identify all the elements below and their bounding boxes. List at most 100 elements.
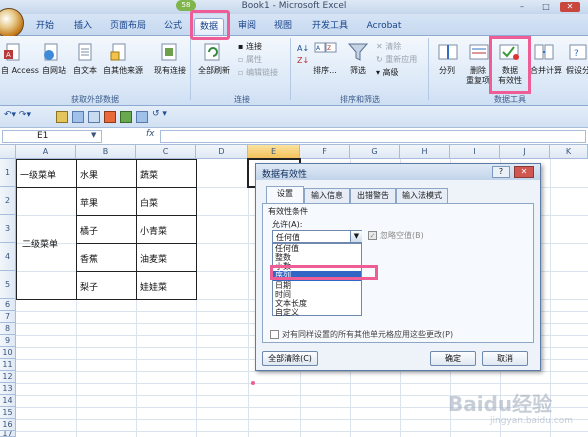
column-header[interactable]: B (76, 145, 136, 159)
toolbar-icon-2[interactable] (72, 111, 84, 123)
chevron-down-icon[interactable]: ▼ (91, 131, 96, 139)
name-box[interactable]: E1 ▼ (2, 130, 102, 143)
consolidate-button[interactable]: 合并计算 (526, 66, 566, 76)
refresh-all-button[interactable]: 全部刷新 (194, 66, 234, 76)
column-header[interactable]: J (500, 145, 550, 159)
undo-icon[interactable]: ↶▾ ↷▾ (4, 110, 31, 120)
clear-filter-link[interactable]: ✕ 清除 (376, 41, 401, 52)
maximize-icon[interactable]: □ (536, 2, 556, 12)
cell-a2-merged[interactable]: 二级菜单 (22, 237, 58, 250)
column-header[interactable]: F (300, 145, 350, 159)
cell-b5[interactable]: 梨子 (80, 280, 98, 293)
dropdown-item[interactable]: 日期 (275, 281, 291, 290)
tab-error-alert[interactable]: 出错警告 (350, 188, 396, 203)
tab-insert[interactable]: 插入 (68, 18, 98, 35)
sort-button[interactable]: 排序... (310, 66, 340, 76)
row-header[interactable]: 9 (0, 335, 16, 347)
dropdown-item[interactable]: 整数 (275, 253, 291, 262)
tab-developer[interactable]: 开发工具 (305, 18, 355, 35)
chevron-down-icon[interactable]: ▼ (350, 231, 362, 242)
row-header[interactable]: 14 (0, 395, 16, 407)
row-header[interactable]: 11 (0, 359, 16, 371)
formula-input[interactable] (160, 130, 586, 143)
cancel-button[interactable]: 取消 (482, 351, 528, 366)
cell-c2[interactable]: 白菜 (140, 196, 158, 209)
tab-home[interactable]: 开始 (30, 18, 60, 35)
row-header[interactable]: 3 (0, 215, 16, 243)
dropdown-item[interactable]: 文本长度 (275, 299, 307, 308)
toolbar-icon-3[interactable] (88, 111, 100, 123)
row-header[interactable]: 12 (0, 371, 16, 383)
filter-button[interactable]: 筛选 (343, 66, 373, 76)
ignore-blank-checkbox[interactable]: ✓ (368, 231, 377, 240)
what-if-button[interactable]: 假设分 (565, 66, 588, 76)
ok-button[interactable]: 确定 (430, 351, 476, 366)
clear-all-button[interactable]: 全部清除(C) (262, 351, 318, 366)
row-header[interactable]: 8 (0, 323, 16, 335)
connections-link[interactable]: ▪ 连接 (238, 41, 262, 52)
minimize-icon[interactable]: – (512, 2, 532, 12)
cell-c5[interactable]: 娃娃菜 (140, 280, 167, 293)
column-header[interactable]: K (550, 145, 588, 159)
from-web-button[interactable]: 自网站 (40, 66, 68, 76)
cell-b1[interactable]: 水果 (80, 168, 98, 181)
apply-all-checkbox[interactable] (270, 330, 279, 339)
from-text-button[interactable]: 自文本 (71, 66, 99, 76)
edit-links-link[interactable]: ▫ 编辑链接 (238, 67, 278, 78)
column-header[interactable]: H (400, 145, 450, 159)
advanced-link[interactable]: ▾ 高级 (376, 67, 399, 78)
cell-a1[interactable]: 一级菜单 (20, 168, 56, 181)
tab-input-message[interactable]: 输入信息 (304, 188, 350, 203)
redo-icon[interactable]: ↺ ▾ (152, 109, 167, 119)
toolbar-icon-6[interactable] (136, 111, 148, 123)
allow-select[interactable]: 任何值 ▼ (272, 230, 362, 243)
dropdown-item[interactable]: 任何值 (275, 244, 299, 253)
properties-link[interactable]: ▫ 属性 (238, 54, 262, 65)
cell-c1[interactable]: 蔬菜 (140, 168, 158, 181)
close-icon[interactable]: ✕ (560, 2, 580, 12)
toolbar-icon-4[interactable] (104, 111, 116, 123)
row-header[interactable]: 13 (0, 383, 16, 395)
tab-page-layout[interactable]: 页面布局 (103, 18, 153, 35)
row-header[interactable]: 6 (0, 299, 16, 311)
toolbar-icon-5[interactable] (120, 111, 132, 123)
row-header[interactable]: 15 (0, 407, 16, 419)
column-header[interactable]: C (136, 145, 196, 159)
from-access-button[interactable]: 自 Access (0, 66, 42, 76)
select-all-corner[interactable] (0, 145, 16, 159)
column-header[interactable]: D (196, 145, 248, 159)
cell-c4[interactable]: 油麦菜 (140, 252, 167, 265)
fx-icon[interactable]: fx (146, 129, 155, 139)
cell-b2[interactable]: 苹果 (80, 196, 98, 209)
row-header[interactable]: 17 (0, 431, 16, 437)
dropdown-item[interactable]: 自定义 (275, 308, 299, 317)
row-header[interactable]: 16 (0, 419, 16, 431)
existing-connections-button[interactable]: 现有连接 (148, 66, 192, 76)
toolbar-icon-1[interactable] (56, 111, 68, 123)
help-icon[interactable]: ? (492, 166, 510, 178)
tab-settings[interactable]: 设置 (266, 186, 304, 203)
row-header[interactable]: 5 (0, 271, 16, 299)
cell-b4[interactable]: 香蕉 (80, 252, 98, 265)
row-header[interactable]: 4 (0, 243, 16, 271)
row-header[interactable]: 7 (0, 311, 16, 323)
row-header[interactable]: 10 (0, 347, 16, 359)
cell-b3[interactable]: 橘子 (80, 224, 98, 237)
cell-c3[interactable]: 小青菜 (140, 224, 167, 237)
column-header[interactable]: I (450, 145, 500, 159)
column-header[interactable]: G (350, 145, 400, 159)
row-header[interactable]: 1 (0, 159, 16, 187)
text-to-columns-button[interactable]: 分列 (432, 66, 462, 76)
row-header[interactable]: 2 (0, 187, 16, 215)
tab-review[interactable]: 审阅 (232, 18, 262, 35)
column-header[interactable]: A (16, 145, 76, 159)
close-icon[interactable]: ✕ (514, 166, 534, 178)
column-header[interactable]: E (248, 145, 300, 159)
reapply-link[interactable]: ↻ 重新应用 (376, 54, 417, 65)
tab-formulas[interactable]: 公式 (158, 18, 188, 35)
dropdown-item[interactable]: 时间 (275, 290, 291, 299)
tab-ime-mode[interactable]: 输入法模式 (396, 188, 448, 203)
tab-acrobat[interactable]: Acrobat (362, 18, 406, 35)
tab-view[interactable]: 视图 (268, 18, 298, 35)
from-other-sources-button[interactable]: 自其他来源 (101, 66, 145, 76)
